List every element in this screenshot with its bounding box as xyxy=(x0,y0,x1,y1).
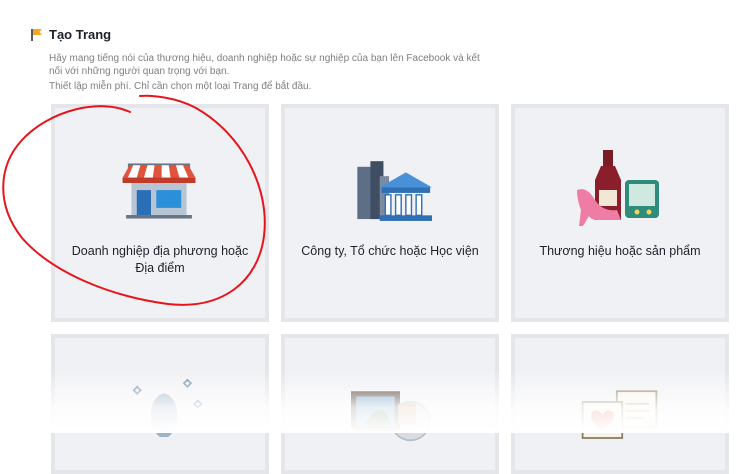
category-label: Thương hiệu hoặc sản phẩm xyxy=(539,244,701,258)
building-icon xyxy=(357,161,432,221)
category-card-entertainment[interactable] xyxy=(281,334,499,474)
page-instruction: Thiết lập miễn phí. Chỉ cần chọn một loạ… xyxy=(49,81,312,92)
products-icon xyxy=(577,150,659,226)
category-card-public-figure[interactable] xyxy=(51,334,269,474)
public-figure-icon xyxy=(132,378,203,437)
category-card-local-business[interactable]: Doanh nghiệp địa phương hoặc Địa điểm xyxy=(51,104,269,322)
category-card-company[interactable]: Công ty, Tổ chức hoặc Học viện xyxy=(281,104,499,322)
category-label: Công ty, Tổ chức hoặc Học viện xyxy=(301,244,479,258)
storefront-icon xyxy=(122,163,196,219)
entertainment-icon xyxy=(351,391,431,442)
category-card-brand-product[interactable]: Thương hiệu hoặc sản phẩm xyxy=(511,104,729,322)
page-header: Tạo Trang xyxy=(30,27,111,42)
category-label: Doanh nghiệp địa phương hoặc Địa điểm xyxy=(71,244,249,275)
category-card-cause[interactable] xyxy=(511,334,729,474)
cause-icon xyxy=(581,390,658,439)
page-title: Tạo Trang xyxy=(49,27,112,42)
page-flag-icon xyxy=(31,29,42,41)
page-description: Hãy mang tiếng nói của thương hiệu, doan… xyxy=(49,53,480,77)
